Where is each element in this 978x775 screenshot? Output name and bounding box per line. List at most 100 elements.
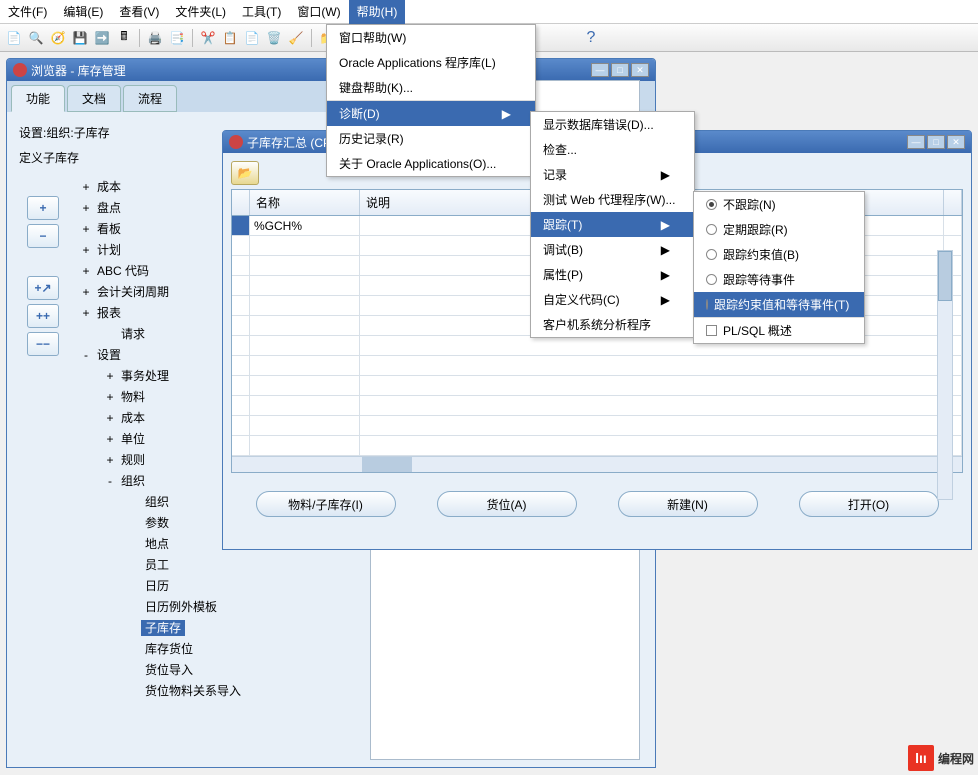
minimize-button[interactable]: —	[907, 135, 925, 149]
tree-label[interactable]: 设置	[93, 347, 125, 363]
tree-label[interactable]: 地点	[141, 536, 173, 552]
grid-hscroll[interactable]	[232, 456, 962, 472]
tree-label[interactable]: 成本	[93, 179, 125, 195]
menu-item[interactable]: 定期跟踪(R)	[694, 217, 864, 242]
tree-expand-icon[interactable]: +	[79, 201, 93, 215]
cell-name[interactable]	[250, 376, 360, 395]
tree-expand-icon[interactable]: +	[79, 306, 93, 320]
menu-item[interactable]: 跟踪约束值(B)	[694, 242, 864, 267]
cell-name[interactable]	[250, 276, 360, 295]
tree-label[interactable]: 子库存	[141, 620, 185, 636]
nav-icon[interactable]: 🧭	[48, 28, 68, 48]
table-row[interactable]	[232, 436, 962, 456]
table-row[interactable]	[232, 416, 962, 436]
tree-expand-icon[interactable]: +	[79, 264, 93, 278]
tree-expand-icon[interactable]: +	[79, 243, 93, 257]
hscroll-thumb[interactable]	[362, 457, 412, 472]
expand-all-button[interactable]: +↗	[27, 276, 59, 300]
menu-item[interactable]: 调试(B)▶	[531, 237, 694, 262]
menu-edit[interactable]: 编辑(E)	[55, 0, 111, 24]
tree-expand-icon[interactable]: +	[103, 411, 117, 425]
tree-expand-icon[interactable]: +	[103, 432, 117, 446]
table-row[interactable]	[232, 356, 962, 376]
row-marker[interactable]	[232, 216, 250, 235]
menu-item[interactable]: 测试 Web 代理程序(W)...	[531, 187, 694, 212]
print2-icon[interactable]: 📑	[167, 28, 187, 48]
tree-expand-icon[interactable]: +	[79, 285, 93, 299]
menu-help[interactable]: 帮助(H)	[349, 0, 406, 24]
paste-icon[interactable]: 📄	[242, 28, 262, 48]
tab-document[interactable]: 文档	[67, 85, 121, 112]
tree-label[interactable]: 货位物料关系导入	[141, 683, 245, 699]
cell-name[interactable]	[250, 316, 360, 335]
next-icon[interactable]: ➡️	[92, 28, 112, 48]
row-marker[interactable]	[232, 236, 250, 255]
tree-label[interactable]: 货位导入	[141, 662, 197, 678]
row-marker[interactable]	[232, 416, 250, 435]
tab-process[interactable]: 流程	[123, 85, 177, 112]
search-icon[interactable]: 🔍	[26, 28, 46, 48]
new-button[interactable]: 新建(N)	[618, 491, 758, 517]
calc-icon[interactable]: 🖩	[114, 28, 134, 48]
cell-desc[interactable]	[360, 436, 944, 455]
tree-label[interactable]: 组织	[141, 494, 173, 510]
cell-name[interactable]	[250, 396, 360, 415]
tree-label[interactable]: 库存货位	[141, 641, 197, 657]
cell-desc[interactable]	[360, 376, 944, 395]
tree-expand-icon[interactable]: +	[79, 180, 93, 194]
row-marker[interactable]	[232, 396, 250, 415]
cell-name[interactable]	[250, 256, 360, 275]
menu-item[interactable]: 检查...	[531, 137, 694, 162]
menu-item[interactable]: 历史记录(R)	[327, 126, 535, 151]
cell-name[interactable]	[250, 296, 360, 315]
tree-label[interactable]: 会计关闭周期	[93, 284, 173, 300]
maximize-button[interactable]: □	[927, 135, 945, 149]
save-icon[interactable]: 💾	[70, 28, 90, 48]
cell-name[interactable]	[250, 356, 360, 375]
expand-button[interactable]: +	[27, 196, 59, 220]
tree-label[interactable]: 员工	[141, 557, 173, 573]
table-row[interactable]	[232, 396, 962, 416]
tree-label[interactable]: 看板	[93, 221, 125, 237]
tree-label[interactable]: 请求	[117, 326, 149, 342]
row-marker[interactable]	[232, 276, 250, 295]
material-button[interactable]: 物料/子库存(I)	[256, 491, 396, 517]
maximize-button[interactable]: □	[611, 63, 629, 77]
tree-label[interactable]: 物料	[117, 389, 149, 405]
menu-item[interactable]: 诊断(D)▶	[327, 101, 535, 126]
menu-item[interactable]: Oracle Applications 程序库(L)	[327, 50, 535, 75]
collapse-button[interactable]: −	[27, 224, 59, 248]
menu-item[interactable]: 客户机系统分析程序	[531, 312, 694, 337]
open-button[interactable]: 打开(O)	[799, 491, 939, 517]
folder-button[interactable]: 📂	[231, 161, 259, 185]
menu-file[interactable]: 文件(F)	[0, 0, 55, 24]
print-icon[interactable]: 🖨️	[145, 28, 165, 48]
collapse-all-button[interactable]: −−	[27, 332, 59, 356]
row-marker[interactable]	[232, 436, 250, 455]
tree-expand-icon[interactable]: +	[103, 369, 117, 383]
cell-name[interactable]	[250, 416, 360, 435]
menu-tools[interactable]: 工具(T)	[234, 0, 289, 24]
tree-label[interactable]: 计划	[93, 242, 125, 258]
menu-item[interactable]: 键盘帮助(K)...	[327, 75, 535, 101]
tree-label[interactable]: 组织	[117, 473, 149, 489]
menu-item[interactable]: 不跟踪(N)	[694, 192, 864, 217]
new-icon[interactable]: 📄	[4, 28, 24, 48]
col-name-header[interactable]: 名称	[250, 190, 360, 215]
clear-icon[interactable]: 🧹	[286, 28, 306, 48]
help-icon[interactable]: ?	[581, 28, 601, 48]
menu-item[interactable]: 跟踪约束值和等待事件(T)	[694, 292, 864, 318]
close-button[interactable]: ✕	[631, 63, 649, 77]
expand-branch-button[interactable]: ++	[27, 304, 59, 328]
tree-label[interactable]: 日历	[141, 578, 173, 594]
tree-label[interactable]: 单位	[117, 431, 149, 447]
tree-label[interactable]: 事务处理	[117, 368, 173, 384]
tree-expand-icon[interactable]: -	[103, 474, 117, 488]
tree-label[interactable]: 规则	[117, 452, 149, 468]
tree-expand-icon[interactable]: -	[79, 348, 93, 362]
cell-name[interactable]	[250, 436, 360, 455]
menu-folder[interactable]: 文件夹(L)	[167, 0, 234, 24]
vscroll-thumb[interactable]	[938, 251, 952, 301]
menu-item[interactable]: 属性(P)▶	[531, 262, 694, 287]
tab-function[interactable]: 功能	[11, 85, 65, 112]
